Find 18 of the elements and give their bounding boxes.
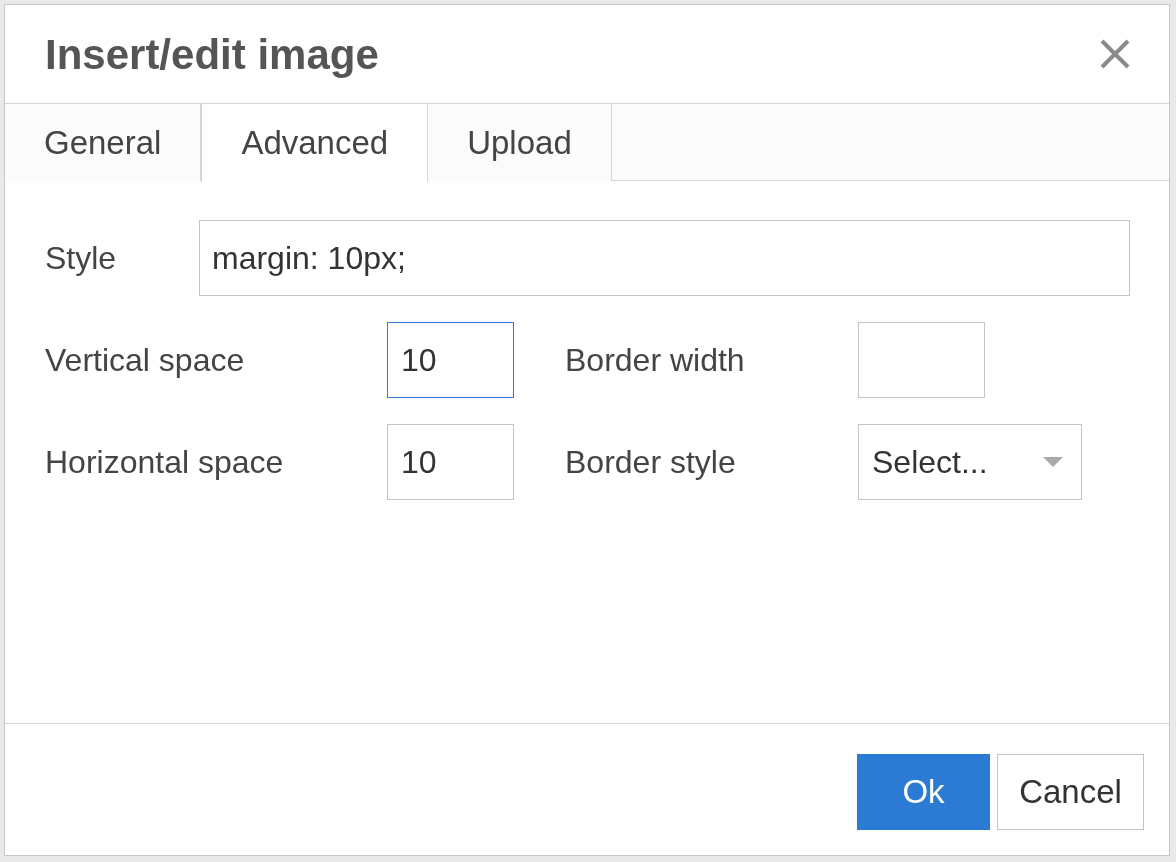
style-input-field[interactable]: margin: 10px; — [199, 220, 1130, 296]
field-label: Style — [45, 239, 118, 278]
input-field[interactable] — [858, 322, 985, 398]
input-field[interactable]: 10 — [387, 322, 514, 398]
close-icon — [1100, 39, 1130, 69]
tab[interactable]: Upload — [428, 104, 612, 181]
input-field[interactable]: 10 — [387, 424, 514, 500]
field-label: Horizontal space — [45, 443, 285, 482]
border-style-select[interactable]: Select... — [858, 424, 1082, 500]
field-label: Border style — [564, 443, 737, 482]
cancel-button[interactable]: Cancel — [997, 753, 1144, 830]
field-label: Vertical space — [45, 341, 246, 380]
tab[interactable]: Advanced — [201, 104, 429, 182]
field-label: Border width — [564, 341, 746, 380]
tab[interactable]: General — [5, 104, 202, 181]
ok-button[interactable]: Ok — [857, 753, 990, 830]
caret-icon — [1043, 457, 1063, 467]
dialog-title: Insert/edit image — [45, 29, 379, 80]
